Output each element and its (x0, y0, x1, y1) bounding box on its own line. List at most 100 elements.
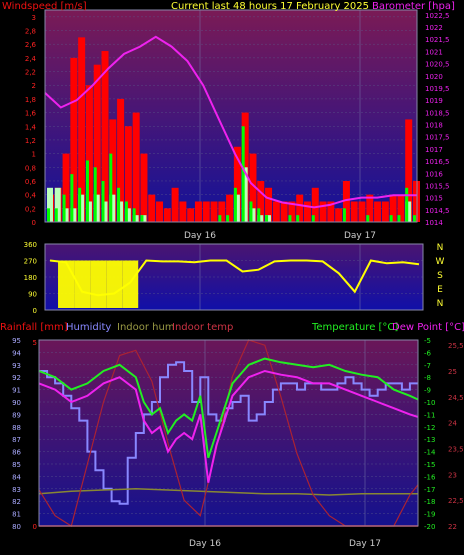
wind-bar (311, 215, 315, 222)
wind-bar (132, 112, 140, 222)
wind-x-tick-label: Day 17 (344, 231, 376, 241)
barometer-y-tick-label: 1014,5 (425, 207, 450, 215)
barometer-y-tick-label: 1015 (425, 195, 443, 203)
wind-bar (210, 201, 218, 222)
legend-dew-point: Dew Point [°C] (392, 322, 464, 333)
wind-bar (280, 201, 288, 222)
wind-bar (272, 201, 280, 222)
barometer-y-tick-label: 1014 (425, 219, 443, 227)
humidity-tick-label: 94 (12, 349, 21, 357)
wind-bar (194, 201, 202, 222)
temperature-tick-label: -19 (424, 511, 435, 519)
temp-x-tick-label: Day 17 (349, 539, 381, 549)
wind-bar (381, 201, 389, 222)
humidity-tick-label: 84 (12, 473, 21, 481)
wind-y-tick-label: 2 (32, 82, 36, 90)
windspeed-axis-title: Windspeed [m/s] (2, 1, 87, 12)
wind-bar (405, 187, 409, 222)
humidity-tick-label: 86 (12, 449, 21, 457)
temperature-tick-label: -20 (424, 523, 435, 531)
wind-direction-spread (58, 260, 75, 308)
chart-title: Current last 48 hours 17 February 2025 (171, 1, 369, 12)
wind-bar (296, 215, 300, 222)
wind-y-tick-label: 2,8 (25, 28, 36, 36)
wind-bar (241, 126, 245, 222)
wind-bar (148, 194, 156, 222)
humidity-tick-label: 89 (12, 411, 21, 419)
temperature-tick-label: -11 (424, 411, 435, 419)
wind-y-tick-label: 2,2 (25, 69, 36, 77)
humidity-tick-label: 88 (12, 424, 21, 432)
temperature-tick-label: -5 (424, 337, 431, 345)
temperature-tick-label: -12 (424, 424, 435, 432)
temperature-tick-label: -17 (424, 486, 435, 494)
barometer-y-tick-label: 1018 (425, 122, 443, 130)
humidity-tick-label: 92 (12, 374, 21, 382)
wind-bar (249, 201, 253, 222)
wind-plot-area (45, 10, 417, 222)
wind-barometer-chart: 0 0,2 0,4 0,6 0,8 1 1,2 1,4 1,6 1,8 2 2,2 2,4 2,6 2,8 3… (2, 1, 455, 241)
temperature-tick-label: -18 (424, 498, 435, 506)
wind-bar (303, 201, 311, 222)
wind-bar (156, 201, 164, 222)
wind-bar (413, 215, 416, 222)
wind-bar (171, 187, 179, 222)
barometer-y-tick-label: 1015,5 (425, 182, 450, 190)
indoor-temp-tick-label: 24 (448, 420, 457, 428)
temp-x-tick-label: Day 16 (189, 539, 221, 549)
wind-x-tick-label: Day 16 (184, 231, 216, 241)
wind-bar (85, 160, 89, 222)
wind-bar (350, 201, 358, 222)
temperature-humidity-chart: 80 81 82 83 84 85 86 87 88 89 90 91 92 93 94 95 0 5 -20 -19… (0, 322, 464, 549)
wind-bar (109, 153, 113, 222)
direction-y-tick-label: 360 (24, 241, 37, 249)
humidity-tick-label: 87 (12, 436, 21, 444)
wind-direction-chart: 090180270360 NWSEN (24, 241, 445, 315)
legend-humidity: Humidity (66, 322, 111, 333)
compass-label: E (437, 285, 443, 295)
direction-y-tick-label: 0 (33, 307, 37, 315)
wind-bar (257, 208, 261, 222)
wind-bar (187, 208, 195, 222)
barometer-y-tick-label: 1018,5 (425, 109, 450, 117)
legend-rainfall: Rainfall [mm] (0, 322, 68, 333)
wind-bar (124, 201, 128, 222)
wind-bar (366, 215, 370, 222)
barometer-y-tick-label: 1020 (425, 73, 443, 81)
barometer-y-tick-label: 1019,5 (425, 85, 450, 93)
indoor-temp-tick-label: 23 (448, 471, 457, 479)
wind-y-tick-label: 1,8 (25, 96, 36, 104)
temperature-tick-label: -13 (424, 436, 435, 444)
wind-bar (93, 167, 97, 222)
humidity-tick-label: 82 (12, 498, 21, 506)
humidity-tick-label: 95 (12, 337, 21, 345)
wind-bar (62, 194, 66, 222)
wind-bar (163, 208, 171, 222)
wind-y-tick-label: 1,6 (25, 110, 37, 118)
wind-bar (70, 174, 74, 222)
indoor-temp-tick-label: 22,5 (448, 497, 464, 505)
wind-bar (226, 215, 230, 222)
wind-bar (202, 201, 210, 222)
humidity-tick-label: 93 (12, 362, 21, 370)
wind-y-tick-label: 0,2 (25, 205, 36, 213)
wind-bar (218, 215, 222, 222)
rain-tick-label: 5 (33, 339, 37, 347)
temperature-tick-label: -14 (424, 449, 436, 457)
wind-bar (342, 208, 346, 222)
wind-bar (117, 187, 121, 222)
wind-y-tick-label: 2,6 (25, 41, 37, 49)
temperature-tick-label: -8 (424, 374, 431, 382)
direction-y-tick-label: 90 (28, 291, 37, 299)
wind-bar (140, 153, 148, 222)
wind-bar (101, 180, 105, 222)
barometer-y-tick-label: 1016 (425, 170, 443, 178)
temperature-tick-label: -7 (424, 362, 431, 370)
wind-bar (389, 215, 393, 222)
indoor-temp-tick-label: 22 (448, 523, 457, 531)
barometer-y-tick-label: 1017,5 (425, 134, 450, 142)
humidity-tick-label: 91 (12, 387, 21, 395)
barometer-axis-title: Barometer [hpa] (372, 1, 455, 12)
temperature-tick-label: -6 (424, 349, 432, 357)
humidity-tick-label: 81 (12, 511, 21, 519)
